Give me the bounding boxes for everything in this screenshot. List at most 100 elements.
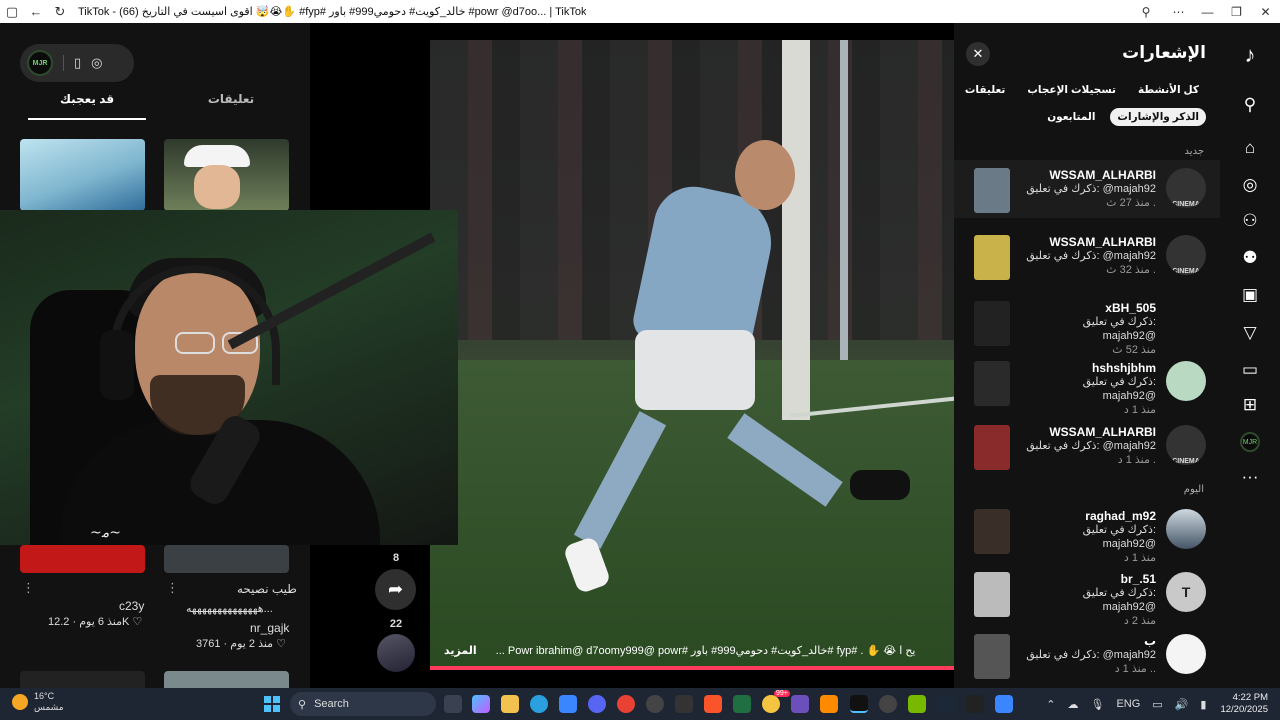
video-thumbnail[interactable] [20, 139, 145, 211]
app-icon[interactable] [879, 695, 897, 713]
more-icon[interactable]: ··· [1236, 463, 1264, 491]
video-thumbnail[interactable] [974, 235, 1010, 280]
avatar[interactable]: CINEMA [1166, 235, 1206, 275]
network-icon[interactable]: ▭ [1152, 698, 1162, 711]
profile-pill[interactable]: MJR ▯ ◎ [20, 44, 134, 82]
more-options-icon[interactable]: ⋮ [166, 580, 179, 596]
tab-comments[interactable]: تعليقات [172, 92, 290, 120]
inbox-icon[interactable]: ▽ [1236, 319, 1264, 347]
brave-icon[interactable] [704, 695, 722, 713]
video-thumbnail[interactable] [974, 425, 1010, 470]
avatar[interactable]: T [1166, 572, 1206, 612]
taskbar-search[interactable]: ⚲ Search [290, 692, 436, 716]
following-icon[interactable]: ⚇ [1236, 207, 1264, 235]
tiktok-logo-icon[interactable]: ♪ [1236, 41, 1264, 69]
creator-avatar[interactable] [377, 634, 415, 672]
refresh-icon[interactable]: ↻ [48, 4, 72, 20]
more-options-icon[interactable]: ⋮ [22, 580, 35, 596]
more-link[interactable]: المزيد [444, 645, 477, 657]
share-button[interactable]: ➦ [375, 569, 416, 610]
compass-icon[interactable]: ◎ [91, 55, 102, 71]
cloud-icon[interactable]: ☁ [1067, 698, 1078, 711]
notification-user[interactable]: WSSAM_ALHARBI [1006, 235, 1156, 249]
messages-icon[interactable]: ▭ [1236, 356, 1264, 384]
app-icon[interactable] [995, 695, 1013, 713]
minimize-button[interactable]: — [1193, 0, 1222, 23]
back-arrow-icon[interactable]: ← [24, 4, 48, 19]
battery-icon[interactable]: ▮ [1200, 698, 1206, 711]
notification-user[interactable]: WSSAM_ALHARBI [1006, 168, 1156, 182]
language-indicator[interactable]: ENG [1116, 698, 1140, 710]
video-thumbnail[interactable] [974, 634, 1010, 679]
video-thumbnail[interactable] [20, 545, 145, 573]
start-button[interactable] [264, 696, 280, 712]
tab-comments[interactable]: تعليقات [958, 81, 1013, 99]
notification-user[interactable]: WSSAM_ALHARBI [1006, 425, 1156, 439]
clock[interactable]: 4:22 PM 12/20/2025 [1220, 692, 1268, 716]
notification-user[interactable]: xBH_505 [1006, 301, 1156, 315]
phone-icon[interactable]: ▯ [74, 55, 81, 71]
app-icon[interactable] [966, 695, 984, 713]
live-icon[interactable]: ▣ [1236, 281, 1264, 309]
notification-user[interactable]: ب [1006, 634, 1156, 648]
main-video[interactable] [430, 40, 954, 670]
notification-item[interactable]: hshshjbhm ذكرك في تعليق: majah92@ منذ 1 د [954, 353, 1220, 416]
app-icon[interactable] [646, 695, 664, 713]
avatar[interactable]: CINEMA [1166, 425, 1206, 465]
notification-item[interactable]: ب ذكرك في تعليق: @majah92 منذ 1 د .. [954, 626, 1220, 684]
notification-item[interactable]: Tbr_.51 ذكرك في تعليق: majah92@ منذ 2 د [954, 564, 1220, 627]
notification-user[interactable]: hshshjbhm [1006, 361, 1156, 375]
weather-widget[interactable]: 16°C مشمس [12, 691, 64, 713]
video-thumbnail[interactable] [974, 301, 1010, 346]
store-icon[interactable] [559, 695, 577, 713]
notification-item[interactable]: CINEMA WSSAM_ALHARBI ذكرك في تعليق: @majah… [954, 417, 1220, 475]
video-progress-bar[interactable] [430, 666, 954, 670]
video-thumbnail[interactable] [20, 671, 145, 688]
avatar[interactable] [1166, 301, 1206, 341]
app-icon[interactable] [820, 695, 838, 713]
task-view-icon[interactable] [444, 695, 462, 713]
avatar[interactable] [1166, 634, 1206, 674]
video-thumbnail[interactable] [164, 139, 289, 211]
video-thumbnail[interactable] [164, 545, 289, 573]
video-thumbnail[interactable] [974, 168, 1010, 213]
notification-user[interactable]: raghad_m92 [1006, 509, 1156, 523]
avatar[interactable]: CINEMA [1166, 168, 1206, 208]
video-thumbnail[interactable] [974, 361, 1010, 406]
app-icon[interactable] [762, 695, 780, 713]
app-icon[interactable] [675, 695, 693, 713]
chevron-up-icon[interactable]: ⌃ [1046, 698, 1055, 711]
search-icon[interactable]: ⚲ [1236, 91, 1264, 119]
discord-icon[interactable] [588, 695, 606, 713]
upload-icon[interactable]: ⊞ [1236, 391, 1264, 419]
tab-likes[interactable]: تسجيلات الإعجاب [1020, 81, 1123, 99]
notification-item[interactable]: raghad_m92 ذكرك في تعليق: majah92@ منذ 1 د [954, 501, 1220, 564]
friends-icon[interactable]: ⚉ [1236, 244, 1264, 272]
profile-avatar[interactable]: MJR [27, 50, 53, 76]
zoom-icon[interactable]: ⚲ [1128, 0, 1164, 23]
copilot-icon[interactable] [472, 695, 490, 713]
video-author[interactable]: nr_gajk [250, 621, 289, 635]
volume-icon[interactable]: 🔊 [1175, 698, 1189, 711]
app-icon[interactable] [733, 695, 751, 713]
notification-user[interactable]: br_.51 [1006, 572, 1156, 586]
menu-dots-icon[interactable]: ⋯ [1164, 0, 1193, 23]
notification-item[interactable]: xBH_505 ذكرك في تعليق: majah92@ منذ 52 ث [954, 293, 1220, 356]
maximize-button[interactable]: ❐ [1222, 0, 1251, 23]
tab-mentions[interactable]: الذكر والإشارات [1110, 108, 1206, 126]
notification-item[interactable]: CINEMA WSSAM_ALHARBI ذكرك في تعليق: @majah… [954, 160, 1220, 218]
home-icon[interactable]: ⌂ [1236, 134, 1264, 162]
notification-item[interactable]: CINEMA WSSAM_ALHARBI ذكرك في تعليق: @majah… [954, 227, 1220, 285]
tab-all-activity[interactable]: كل الأنشطة [1131, 81, 1206, 99]
avatar[interactable] [1166, 361, 1206, 401]
steam-icon[interactable] [937, 695, 955, 713]
mic-icon[interactable]: 🎙 [1090, 698, 1104, 711]
explore-icon[interactable]: ◎ [1236, 171, 1264, 199]
tab-liked[interactable]: قد يعجبك [28, 92, 146, 120]
profile-avatar[interactable]: MJR [1236, 428, 1264, 456]
app-icon[interactable] [791, 695, 809, 713]
video-author[interactable]: c23y [119, 599, 144, 613]
tab-followers[interactable]: المتابعون [1040, 108, 1102, 126]
video-thumbnail[interactable] [974, 572, 1010, 617]
file-explorer-icon[interactable] [501, 695, 519, 713]
